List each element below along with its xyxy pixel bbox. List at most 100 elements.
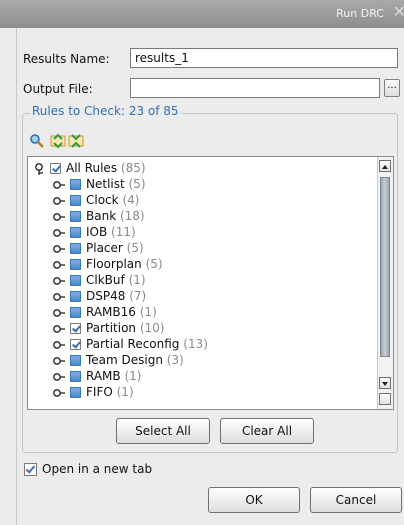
clear-all-button[interactable]: Clear All: [220, 418, 314, 444]
tree-root-count: (85): [120, 161, 146, 175]
tree-item-checkbox[interactable]: [70, 211, 81, 222]
tree-item-count: (7): [129, 289, 147, 303]
tree-item-label: Netlist: [86, 177, 125, 191]
tree-item-count: (13): [183, 337, 208, 351]
results-name-label: Results Name:: [23, 52, 110, 66]
tree-item-checkbox[interactable]: [70, 259, 81, 270]
tree-item-checkbox[interactable]: [70, 179, 81, 190]
tree-item-label: Clock: [86, 193, 119, 207]
tree-item-count: (5): [128, 177, 146, 191]
tree-item-count: (1): [139, 305, 157, 319]
expander-icon[interactable]: [52, 306, 66, 320]
window-title: Run DRC: [336, 7, 384, 20]
expander-icon[interactable]: [52, 226, 66, 240]
tree-item-label: Partition: [86, 321, 137, 335]
tree-item-text: Clock (4): [86, 193, 139, 207]
expander-icon[interactable]: [52, 178, 66, 192]
tree-item-label: ClkBuf: [86, 273, 125, 287]
tree-item-text: ClkBuf (1): [86, 273, 146, 287]
tree-item-text: DSP48 (7): [86, 289, 146, 303]
tree-item-count: (5): [126, 241, 144, 255]
expander-icon[interactable]: [52, 210, 66, 224]
tree-item-count: (3): [166, 353, 184, 367]
select-all-button[interactable]: Select All: [116, 418, 210, 444]
tree-root-label-wrap: All Rules (85): [66, 161, 146, 175]
output-file-label: Output File:: [23, 82, 93, 96]
tree-item-count: (11): [111, 225, 136, 239]
tree-item-count: (10): [139, 321, 165, 335]
tree-root-label: All Rules: [66, 161, 118, 175]
rules-tree[interactable]: All Rules (85) Netlist (5) Clock (4) Bank …: [27, 156, 394, 410]
tree-item-checkbox[interactable]: [70, 227, 81, 238]
tree-item-checkbox[interactable]: [70, 307, 81, 318]
scroll-thumb[interactable]: [380, 177, 390, 357]
scroll-down-button[interactable]: [379, 377, 391, 389]
tree-item-label: Bank: [86, 209, 117, 223]
tree-item-checkbox[interactable]: [70, 339, 81, 350]
expand-all-icon[interactable]: [50, 133, 66, 149]
expander-icon[interactable]: [34, 162, 48, 176]
tree-item-label: Team Design: [86, 353, 163, 367]
expander-icon[interactable]: [52, 386, 66, 400]
tree-item-text: Floorplan (5): [86, 257, 163, 271]
output-file-input[interactable]: [130, 78, 380, 98]
tree-item-text: IOB (11): [86, 225, 136, 239]
tree-item-text: Placer (5): [86, 241, 144, 255]
expander-icon[interactable]: [52, 370, 66, 384]
tree-item-checkbox[interactable]: [70, 275, 81, 286]
tree-item-count: (18): [119, 209, 145, 223]
tree-item-text: Bank (18): [86, 209, 145, 223]
open-new-tab-label: Open in a new tab: [42, 462, 153, 476]
tree-item-text: Partial Reconfig (13): [86, 337, 208, 351]
tree-item-text: Team Design (3): [86, 353, 184, 367]
tree-item-checkbox[interactable]: [70, 243, 81, 254]
tree-item-count: (1): [128, 273, 146, 287]
scroll-corner-button[interactable]: [379, 393, 391, 405]
tree-item-checkbox[interactable]: [70, 323, 81, 334]
results-name-input[interactable]: results_1: [130, 48, 398, 68]
search-icon[interactable]: [29, 133, 45, 149]
tree-item-label: Floorplan: [86, 257, 142, 271]
tree-item-count: (1): [116, 385, 134, 399]
tree-item-label: FIFO: [86, 385, 113, 399]
tree-item-label: DSP48: [86, 289, 126, 303]
close-icon[interactable]: ✕: [393, 2, 404, 21]
tree-item-text: RAMB (1): [86, 369, 141, 383]
open-new-tab-checkbox[interactable]: [24, 463, 37, 476]
tree-item-checkbox[interactable]: [70, 355, 81, 366]
expander-icon[interactable]: [52, 194, 66, 208]
tree-scrollbar[interactable]: [377, 157, 393, 409]
checkbox-all-rules[interactable]: [50, 163, 61, 174]
tree-item-checkbox[interactable]: [70, 291, 81, 302]
rules-group-title: Rules to Check: 23 of 85: [30, 104, 181, 118]
collapse-all-icon[interactable]: [68, 133, 84, 149]
tree-item-text: Netlist (5): [86, 177, 146, 191]
tree-item-label: RAMB: [86, 369, 121, 383]
tree-item-count: (5): [145, 257, 163, 271]
expander-icon[interactable]: [52, 338, 66, 352]
expander-icon[interactable]: [52, 354, 66, 368]
tree-item-checkbox[interactable]: [70, 387, 81, 398]
expander-icon[interactable]: [52, 274, 66, 288]
title-bar: Run DRC ✕: [0, 0, 404, 28]
tree-item-text: Partition (10): [86, 321, 164, 335]
expander-icon[interactable]: [52, 242, 66, 256]
tree-item-text: RAMB16 (1): [86, 305, 157, 319]
tree-item-checkbox[interactable]: [70, 195, 81, 206]
tree-item-checkbox[interactable]: [70, 371, 81, 382]
tree-item-label: Partial Reconfig: [86, 337, 180, 351]
expander-icon[interactable]: [52, 258, 66, 272]
tree-item-text: FIFO (1): [86, 385, 134, 399]
scroll-up-button[interactable]: [379, 160, 391, 172]
tree-item-count: (1): [124, 369, 142, 383]
tree-item-count: (4): [122, 193, 140, 207]
browse-button[interactable]: ...: [384, 79, 400, 97]
tree-item-label: Placer: [86, 241, 123, 255]
tree-item-label: IOB: [86, 225, 108, 239]
expander-icon[interactable]: [52, 322, 66, 336]
ok-button[interactable]: OK: [208, 487, 300, 513]
expander-icon[interactable]: [52, 290, 66, 304]
cancel-button[interactable]: Cancel: [310, 487, 402, 513]
results-name-label-text: Results Name:: [23, 52, 110, 66]
tree-item-label: RAMB16: [86, 305, 136, 319]
